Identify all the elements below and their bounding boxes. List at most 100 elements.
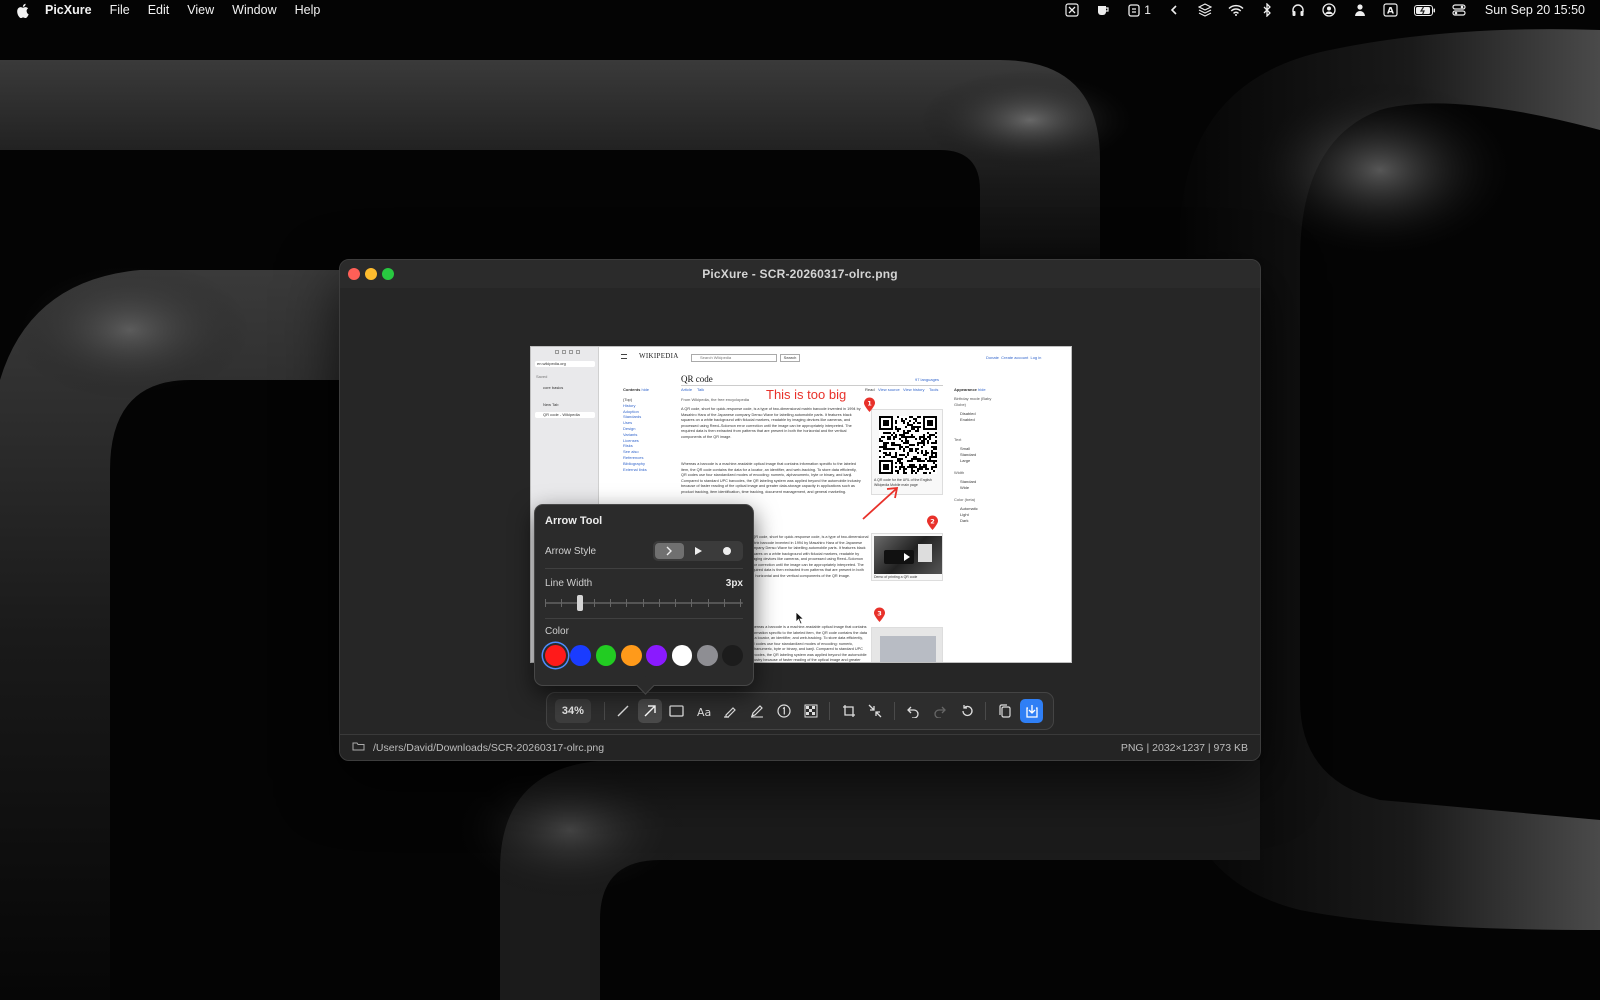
minimize-window-button[interactable] [365,268,377,280]
line-width-label: Line Width [545,577,593,589]
qr-module [893,456,895,458]
captured-contents-title: Contents [623,387,641,392]
control-center-icon[interactable] [1451,3,1467,17]
annotation-marker-1[interactable]: 1 [863,397,876,413]
captured-appearance-group: Width [954,470,965,475]
arrow-style-open-chevron[interactable] [655,543,684,559]
qr-module [909,448,911,450]
captured-appearance-option: Large [960,458,971,463]
qr-module [905,436,907,438]
undo-button[interactable] [901,699,925,723]
qr-module [935,446,937,448]
window-titlebar[interactable]: PicXure - SCR-20260317-olrc.png [340,260,1260,288]
cup-icon[interactable] [1095,3,1111,17]
redo-button[interactable] [928,699,952,723]
clipboard-icon[interactable] [1126,3,1142,17]
resize-tool-button[interactable] [864,699,888,723]
annotation-marker-2[interactable]: 2 [926,515,939,531]
input-source-icon[interactable]: A [1383,3,1399,17]
menu-view[interactable]: View [187,3,214,17]
account-circle-icon[interactable] [1321,3,1337,17]
qr-module [903,466,905,468]
qr-module [895,428,897,430]
qr-module [923,440,925,442]
qr-module [891,442,893,444]
color-swatch[interactable] [620,645,642,666]
menu-window[interactable]: Window [232,3,276,17]
annotation-text[interactable]: This is too big [766,387,846,402]
zoom-window-button[interactable] [382,268,394,280]
text-tool-button[interactable]: Aa [692,699,716,723]
copy-button[interactable] [993,699,1017,723]
color-swatch[interactable] [696,645,718,666]
menu-edit[interactable]: Edit [148,3,170,17]
qr-module [891,434,893,436]
qr-module [899,448,901,450]
qr-module [887,432,889,434]
arrow-tool-button[interactable] [638,699,662,723]
x-app-icon[interactable] [1064,3,1080,17]
menu-file[interactable]: File [110,3,130,17]
folder-icon[interactable] [352,741,365,754]
qr-module [893,444,895,446]
apple-logo-icon[interactable] [16,2,30,18]
line-width-slider[interactable] [545,594,743,612]
revert-button[interactable] [955,699,979,723]
qr-module [923,464,925,466]
user-icon[interactable] [1352,3,1368,17]
battery-icon[interactable] [1413,3,1436,17]
qr-module [913,422,915,424]
crop-tool-button[interactable] [837,699,861,723]
layers-icon[interactable] [1197,3,1213,17]
color-swatch[interactable] [545,645,566,666]
counter-tool-button[interactable] [772,699,796,723]
qr-module [925,468,927,470]
pen-tool-button[interactable] [745,699,769,723]
qr-module [899,454,901,456]
qr-module [911,472,913,474]
qr-module [919,416,921,418]
qr-module [931,466,933,468]
menu-help[interactable]: Help [295,3,321,17]
line-width-knob[interactable] [577,595,584,611]
line-tool-button[interactable] [611,699,635,723]
headphones-icon[interactable] [1290,3,1306,17]
redo-icon [934,706,946,718]
line-width-value: 3px [725,577,743,589]
menu-app-name[interactable]: PicXure [45,3,92,17]
color-swatch[interactable] [671,645,693,666]
color-swatch[interactable] [646,645,668,666]
qr-module [929,472,931,474]
zoom-level-button[interactable]: 34% [555,699,591,723]
arrow-style-filled-triangle[interactable] [684,543,713,559]
line-width-tick [740,599,741,607]
qr-module [913,470,915,472]
qr-module [923,454,925,456]
qr-module [905,468,907,470]
counter-icon [777,704,791,718]
menubar-clock[interactable]: Sun Sep 20 15:50 [1485,3,1585,17]
annotation-arrow[interactable] [851,475,911,525]
arrow-style-dot[interactable] [712,543,741,559]
qr-module [895,422,897,424]
qr-module [889,452,891,454]
annotation-marker-3[interactable]: 3 [873,607,886,623]
wifi-icon[interactable] [1228,3,1244,17]
arrow-tool-title: Arrow Tool [545,515,603,527]
highlighter-tool-button[interactable] [718,699,742,723]
qr-module [925,454,927,456]
line-width-tick [707,599,709,607]
color-swatch[interactable] [722,645,743,666]
qr-module [915,448,917,450]
qr-module [923,466,925,468]
color-swatch[interactable] [595,645,617,666]
chevron-left-icon[interactable] [1166,3,1182,17]
line-width-tick [610,599,611,607]
close-window-button[interactable] [348,268,360,280]
rectangle-tool-button[interactable] [665,699,689,723]
save-button[interactable] [1019,699,1044,723]
qr-module [917,458,919,460]
pixelate-tool-button[interactable] [799,699,823,723]
bluetooth-icon[interactable] [1259,3,1275,17]
color-swatch[interactable] [570,645,592,666]
